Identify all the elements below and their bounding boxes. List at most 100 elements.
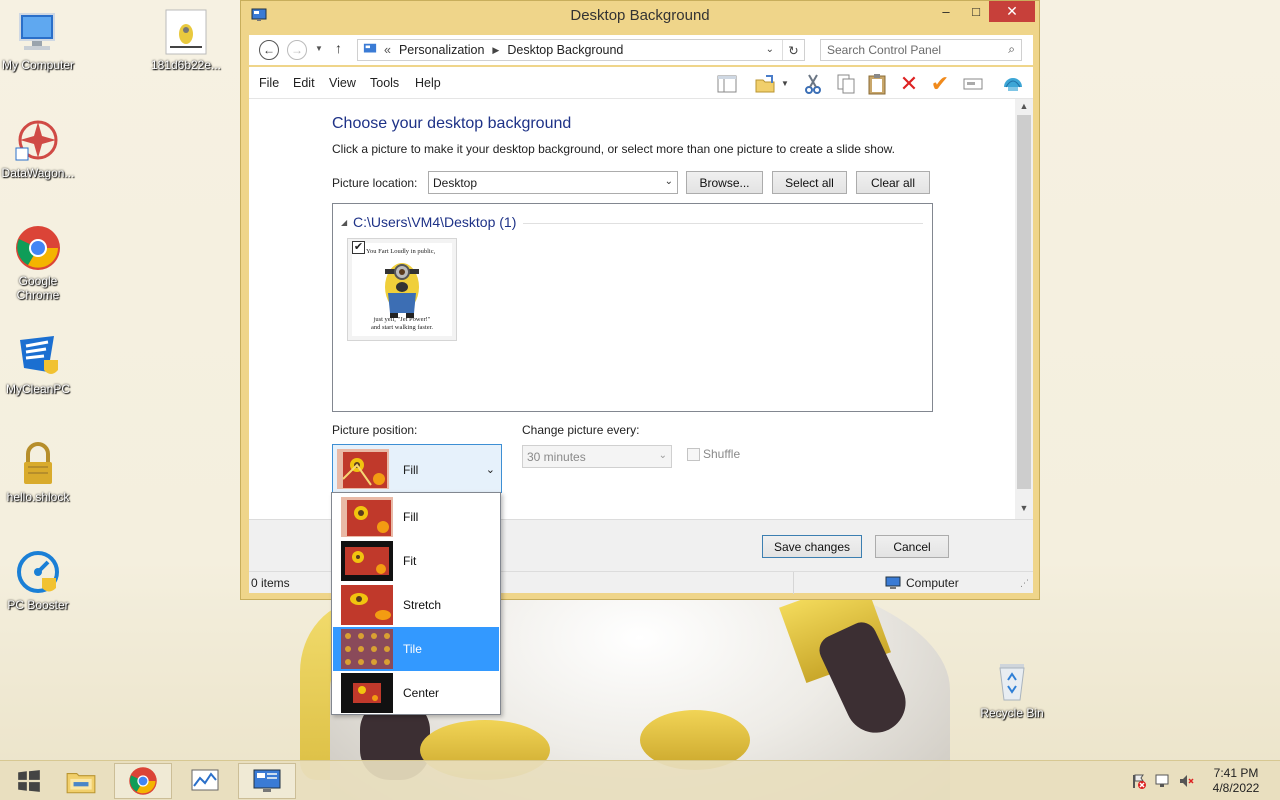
- performance-monitor-icon[interactable]: [176, 763, 234, 799]
- desktop-icon-image-file[interactable]: 181d6b22e...: [148, 8, 224, 72]
- taskbar-clock[interactable]: 7:41 PM 4/8/2022: [1200, 766, 1272, 796]
- position-option-fit[interactable]: Fit: [333, 539, 499, 583]
- forward-button[interactable]: →: [287, 40, 307, 60]
- recycle-bin-icon: [988, 656, 1036, 704]
- change-picture-every-label: Change picture every:: [522, 423, 640, 437]
- menu-help[interactable]: Help: [415, 76, 441, 90]
- picture-position-select[interactable]: Fill ⌄: [332, 444, 502, 493]
- clear-all-button[interactable]: Clear all: [856, 171, 930, 194]
- picture-list: ◢ C:\Users\VM4\Desktop (1) You Fart Loud…: [332, 203, 933, 412]
- menu-edit[interactable]: Edit: [293, 76, 315, 90]
- shuffle-label: Shuffle: [703, 447, 741, 461]
- picture-thumbnail[interactable]: You Fart Loudly in public, just yell, "J…: [347, 238, 457, 341]
- desktop-icon-my-computer[interactable]: My Computer: [0, 8, 76, 72]
- shell-icon[interactable]: [1002, 73, 1024, 95]
- back-button[interactable]: ←: [259, 40, 279, 60]
- position-option-center[interactable]: Center: [333, 671, 499, 715]
- address-root-chevron[interactable]: «: [384, 43, 391, 57]
- picture-location-label: Picture location:: [332, 176, 418, 190]
- scroll-down-icon[interactable]: ▼: [1015, 503, 1033, 513]
- vertical-scrollbar[interactable]: ▲ ▼: [1015, 99, 1033, 519]
- speaker-muted-icon[interactable]: [1178, 773, 1194, 789]
- cancel-button[interactable]: Cancel: [875, 535, 949, 558]
- chrome-icon[interactable]: [114, 763, 172, 799]
- scroll-up-icon[interactable]: ▲: [1015, 101, 1033, 111]
- breadcrumb-personalization[interactable]: Personalization: [399, 43, 484, 57]
- picture-location-value: Desktop: [433, 175, 478, 190]
- search-input[interactable]: Search Control Panel ⌕: [820, 39, 1022, 61]
- resize-grip-icon[interactable]: ⋰: [1020, 578, 1029, 589]
- desktop-icon-label: My Computer: [1, 58, 75, 72]
- menu-tools[interactable]: Tools: [370, 76, 399, 90]
- paste-icon[interactable]: [866, 73, 888, 95]
- page-title: Choose your desktop background: [332, 115, 572, 132]
- copy-icon[interactable]: [835, 73, 857, 95]
- change-picture-every-value: 30 minutes: [527, 449, 586, 464]
- picture-position-label: Picture position:: [332, 423, 418, 437]
- menu-view[interactable]: View: [329, 76, 356, 90]
- chevron-down-icon: ⌄: [485, 464, 495, 476]
- desktop-icon-label: PC Booster: [7, 598, 69, 612]
- desktop-icon-label: MyCleanPC: [5, 382, 71, 396]
- up-arrow-icon[interactable]: ↑: [335, 40, 342, 56]
- collapse-group-icon[interactable]: ◢: [341, 218, 347, 227]
- close-button[interactable]: ✕: [989, 1, 1035, 22]
- maximize-button[interactable]: □: [963, 1, 989, 22]
- folder-options-dropdown-icon[interactable]: ▼: [781, 79, 789, 88]
- delete-icon[interactable]: ✕: [898, 71, 920, 96]
- position-option-stretch[interactable]: Stretch: [333, 583, 499, 627]
- chevron-down-icon: ⌄: [658, 450, 667, 461]
- address-bar[interactable]: « Personalization ▶ Desktop Background ⌄…: [357, 39, 805, 61]
- start-button[interactable]: [0, 763, 58, 799]
- tile-preview-icon: [341, 629, 393, 669]
- minimize-button[interactable]: –: [933, 1, 959, 22]
- image-file-icon: [162, 8, 210, 56]
- file-explorer-icon[interactable]: [52, 763, 110, 799]
- layout-pane-icon[interactable]: [716, 73, 738, 95]
- checkmark-icon[interactable]: ✔: [929, 71, 951, 96]
- change-picture-every-select[interactable]: 30 minutes ⌄: [522, 445, 672, 468]
- recent-locations-chevron-icon[interactable]: ▼: [315, 44, 323, 53]
- desktop-icon-google-chrome[interactable]: Google Chrome: [0, 224, 76, 302]
- desktop-icon-mycleanpc[interactable]: MyCleanPC: [0, 332, 76, 396]
- breadcrumb-separator-icon[interactable]: ▶: [492, 45, 499, 56]
- scrollbar-thumb[interactable]: [1017, 115, 1031, 489]
- select-all-button[interactable]: Select all: [772, 171, 847, 194]
- desktop-icon-hello-shlock[interactable]: hello.shlock: [0, 440, 76, 504]
- folder-properties-icon[interactable]: [754, 73, 776, 95]
- control-panel-icon[interactable]: [238, 763, 296, 799]
- search-icon[interactable]: ⌕: [1008, 42, 1015, 57]
- thumbnail-caption-line-1: just yell, "Jet Power!": [373, 316, 431, 323]
- desktop-icon-label: Google Chrome: [16, 274, 60, 302]
- position-option-tile[interactable]: Tile: [333, 627, 499, 671]
- refresh-icon[interactable]: ↻: [782, 40, 804, 60]
- rename-icon[interactable]: [962, 73, 984, 95]
- menu-file[interactable]: File: [259, 76, 279, 90]
- address-dropdown-icon[interactable]: ⌄: [766, 44, 774, 55]
- cut-icon[interactable]: [802, 73, 824, 95]
- desktop-icon-pc-booster[interactable]: PC Booster: [0, 548, 76, 612]
- save-changes-button[interactable]: Save changes: [762, 535, 862, 558]
- content-area: Choose your desktop background Click a p…: [249, 99, 1033, 519]
- network-icon[interactable]: [1154, 773, 1170, 789]
- desktop-icon-datawagon[interactable]: DataWagon...: [0, 116, 76, 180]
- picture-location-select[interactable]: Desktop ⌄: [428, 171, 678, 194]
- browse-button[interactable]: Browse...: [686, 171, 763, 194]
- chevron-down-icon: ⌄: [664, 176, 673, 187]
- folder-group-header[interactable]: C:\Users\VM4\Desktop (1): [353, 214, 516, 230]
- fit-preview-icon: [341, 541, 393, 581]
- position-option-fill[interactable]: Fill: [333, 495, 499, 539]
- position-option-label: Stretch: [403, 598, 442, 612]
- action-center-flag-icon[interactable]: [1130, 773, 1146, 789]
- title-bar[interactable]: Desktop Background – □ ✕: [241, 1, 1039, 31]
- taskbar: 7:41 PM 4/8/2022: [0, 760, 1280, 800]
- clock-date: 4/8/2022: [1212, 781, 1260, 795]
- thumbnail-checkbox[interactable]: ✔: [352, 241, 365, 254]
- breadcrumb-desktop-background[interactable]: Desktop Background: [507, 43, 623, 57]
- window-title: Desktop Background: [570, 7, 710, 24]
- desktop-icon-recycle-bin[interactable]: Recycle Bin: [974, 656, 1050, 720]
- chrome-icon: [14, 224, 62, 272]
- status-item-count: 0 items: [251, 576, 290, 590]
- shuffle-checkbox[interactable]: [687, 448, 700, 461]
- lock-icon: [14, 440, 62, 488]
